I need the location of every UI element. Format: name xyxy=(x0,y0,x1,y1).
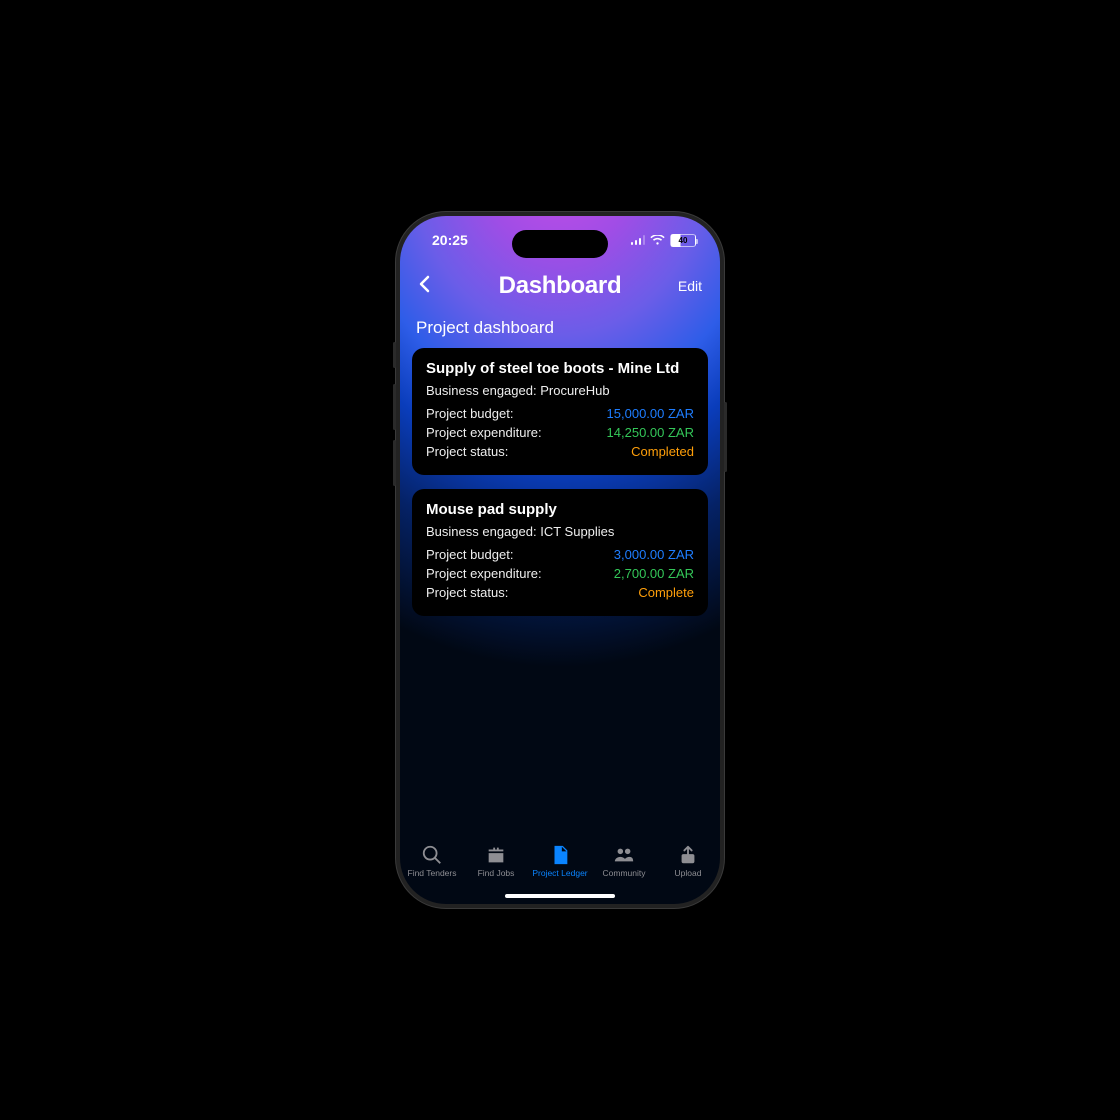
home-indicator[interactable] xyxy=(505,894,615,898)
expenditure-value: 14,250.00 ZAR xyxy=(607,425,694,440)
budget-value: 3,000.00 ZAR xyxy=(614,547,694,562)
tab-upload[interactable]: Upload xyxy=(657,844,719,878)
project-card[interactable]: Mouse pad supply Business engaged: ICT S… xyxy=(412,489,708,616)
section-title: Project dashboard xyxy=(400,314,720,348)
screen: 20:25 40 Dashboard Edit Project dashboar… xyxy=(400,216,720,904)
project-title: Supply of steel toe boots - Mine Ltd xyxy=(426,360,694,377)
battery-icon: 40 xyxy=(670,234,696,247)
tab-label: Find Tenders xyxy=(408,868,457,878)
project-list: Supply of steel toe boots - Mine Ltd Bus… xyxy=(400,348,720,616)
budget-value: 15,000.00 ZAR xyxy=(607,406,694,421)
expenditure-label: Project expenditure: xyxy=(426,425,542,440)
dynamic-island xyxy=(512,230,608,258)
people-icon xyxy=(613,844,635,866)
budget-label: Project budget: xyxy=(426,406,513,421)
upload-icon xyxy=(677,844,699,866)
document-icon xyxy=(549,844,571,866)
back-button[interactable] xyxy=(418,273,446,299)
chevron-left-icon xyxy=(418,275,430,293)
phone-frame: 20:25 40 Dashboard Edit Project dashboar… xyxy=(396,212,724,908)
project-business: Business engaged: ProcureHub xyxy=(426,383,694,398)
tab-label: Find Jobs xyxy=(478,868,515,878)
edit-button[interactable]: Edit xyxy=(674,278,702,294)
status-label: Project status: xyxy=(426,444,508,459)
budget-label: Project budget: xyxy=(426,547,513,562)
tab-find-tenders[interactable]: Find Tenders xyxy=(401,844,463,878)
expenditure-value: 2,700.00 ZAR xyxy=(614,566,694,581)
status-value: Complete xyxy=(638,585,694,600)
tab-project-ledger[interactable]: Project Ledger xyxy=(529,844,591,878)
expenditure-label: Project expenditure: xyxy=(426,566,542,581)
briefcase-icon xyxy=(485,844,507,866)
tab-find-jobs[interactable]: Find Jobs xyxy=(465,844,527,878)
project-title: Mouse pad supply xyxy=(426,501,694,518)
status-indicators: 40 xyxy=(631,234,697,247)
tab-label: Project Ledger xyxy=(532,868,587,878)
tab-label: Community xyxy=(603,868,646,878)
tab-label: Upload xyxy=(675,868,702,878)
project-card[interactable]: Supply of steel toe boots - Mine Ltd Bus… xyxy=(412,348,708,475)
search-icon xyxy=(421,844,443,866)
status-time: 20:25 xyxy=(432,232,468,248)
battery-level: 40 xyxy=(679,236,688,245)
status-value: Completed xyxy=(631,444,694,459)
page-title: Dashboard xyxy=(499,272,622,300)
nav-bar: Dashboard Edit xyxy=(400,264,720,314)
wifi-icon xyxy=(650,235,665,246)
project-business: Business engaged: ICT Supplies xyxy=(426,524,694,539)
status-label: Project status: xyxy=(426,585,508,600)
cellular-icon xyxy=(631,235,646,245)
tab-community[interactable]: Community xyxy=(593,844,655,878)
